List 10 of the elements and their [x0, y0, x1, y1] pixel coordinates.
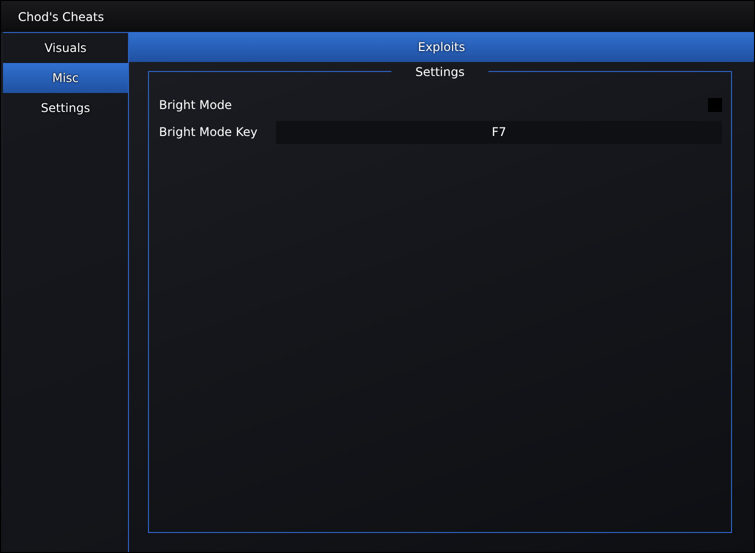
tab[interactable]: Exploits: [129, 32, 754, 62]
sidebar-item[interactable]: Settings: [3, 93, 128, 123]
window-title: Chod's Cheats: [18, 10, 104, 24]
setting-label: Bright Mode: [159, 98, 233, 112]
group-title: Settings: [391, 64, 489, 80]
sidebar-item[interactable]: Misc: [3, 63, 128, 93]
sidebar-item[interactable]: Visuals: [3, 33, 128, 63]
setting-label: Bright Mode Key: [159, 125, 259, 139]
key-field[interactable]: F7: [276, 120, 722, 144]
checkbox[interactable]: [708, 98, 722, 112]
